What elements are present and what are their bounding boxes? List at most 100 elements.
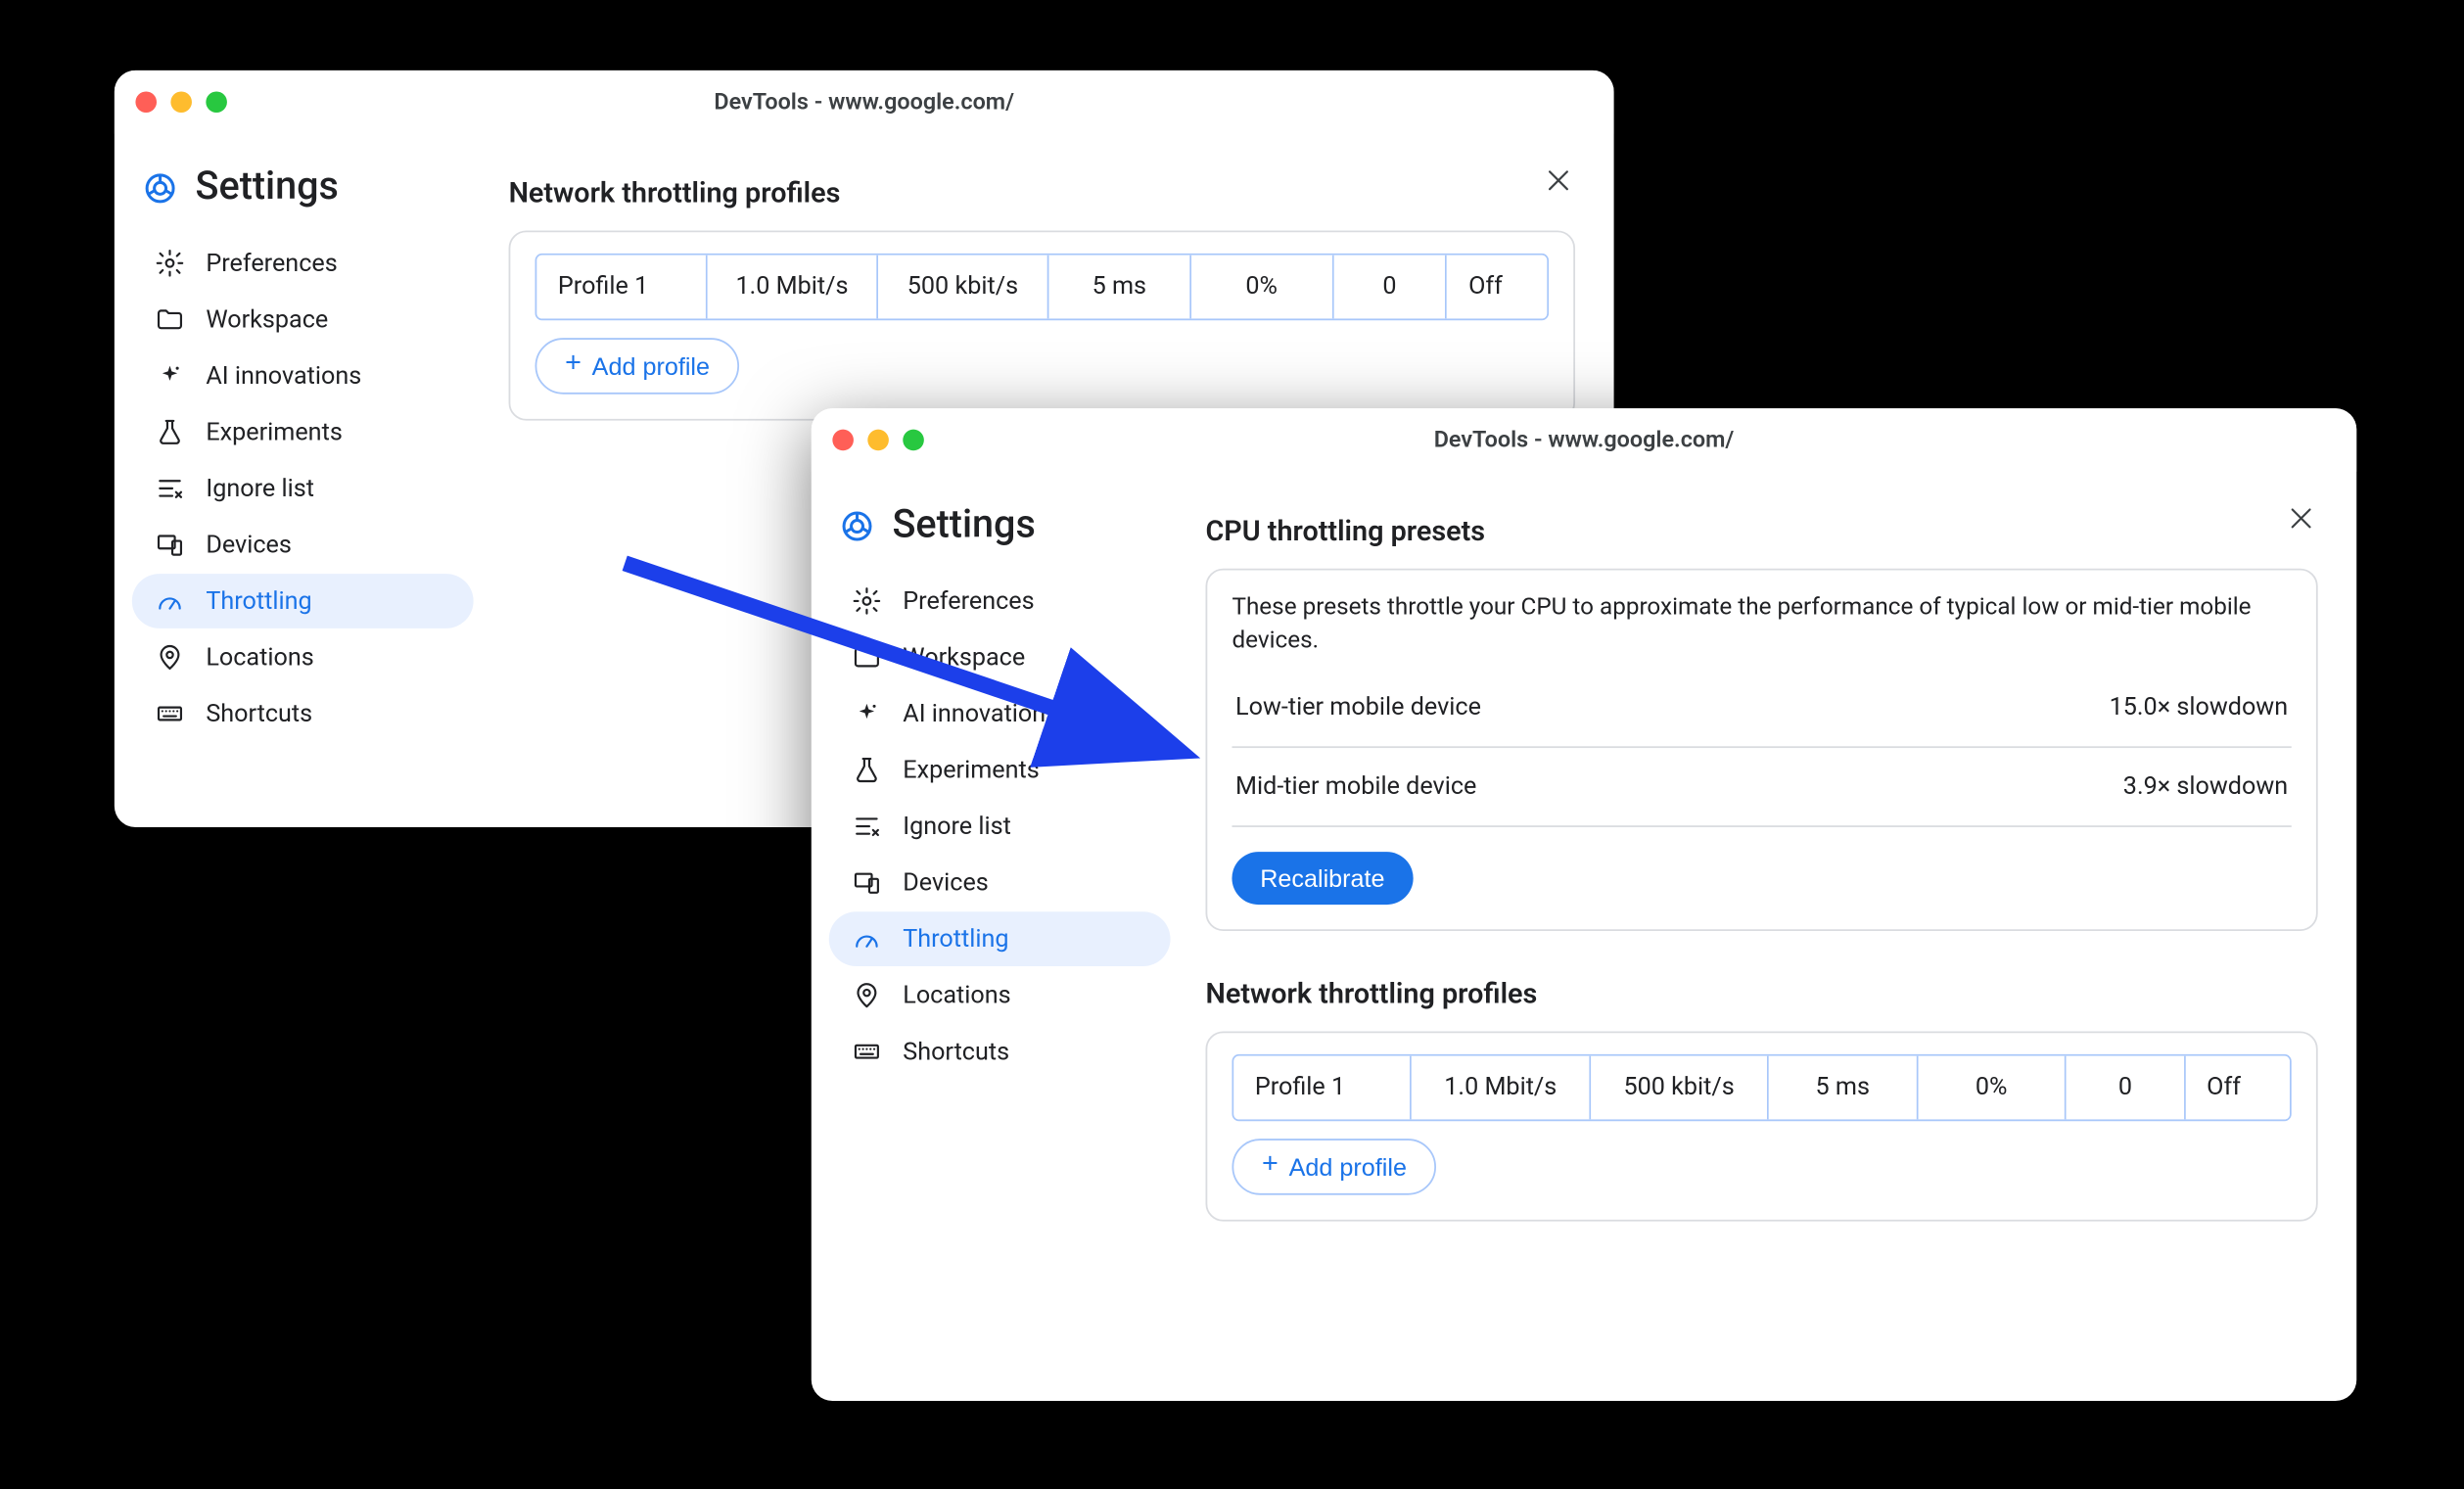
ignore-list-icon — [153, 474, 184, 504]
sidebar-item-label: Workspace — [903, 643, 1025, 672]
sidebar-item-ignore[interactable]: Ignore list — [132, 461, 474, 516]
sidebar-item-locations[interactable]: Locations — [132, 630, 474, 685]
devtools-window-after: DevTools - www.google.com/ Settings Pref… — [812, 408, 2356, 1401]
titlebar: DevTools - www.google.com/ — [812, 408, 2356, 472]
sidebar-item-locations[interactable]: Locations — [829, 968, 1171, 1023]
sidebar-item-shortcuts[interactable]: Shortcuts — [132, 686, 474, 741]
chrome-icon — [143, 169, 178, 205]
network-throttling-heading: Network throttling profiles — [509, 176, 1575, 209]
settings-content: CPU throttling presets These presets thr… — [1181, 472, 2356, 1401]
sidebar-item-label: Locations — [903, 981, 1010, 1009]
add-profile-button[interactable]: + Add profile — [535, 338, 740, 395]
window-title: DevTools - www.google.com/ — [812, 427, 2356, 453]
profile-name-cell[interactable]: Profile 1 — [536, 256, 707, 319]
sidebar-item-preferences[interactable]: Preferences — [829, 574, 1171, 628]
close-window-button[interactable] — [832, 430, 854, 451]
profile-state-cell[interactable]: Off — [2186, 1055, 2290, 1119]
close-window-button[interactable] — [135, 91, 157, 113]
profile-latency-cell[interactable]: 5 ms — [1049, 256, 1191, 319]
profile-download-cell[interactable]: 1.0 Mbit/s — [708, 256, 878, 319]
add-profile-label: Add profile — [1289, 1152, 1407, 1181]
titlebar: DevTools - www.google.com/ — [115, 70, 1614, 134]
network-profiles-card: Profile 1 1.0 Mbit/s 500 kbit/s 5 ms 0% … — [509, 231, 1575, 421]
sidebar-item-label: Preferences — [206, 249, 337, 277]
maximize-window-button[interactable] — [206, 91, 227, 113]
devices-icon — [850, 867, 881, 898]
profile-state-cell[interactable]: Off — [1448, 256, 1548, 319]
add-profile-label: Add profile — [592, 352, 710, 381]
sidebar-item-label: Throttling — [903, 925, 1008, 954]
sidebar-item-workspace[interactable]: Workspace — [829, 630, 1171, 685]
preset-value: 3.9× slowdown — [2123, 772, 2288, 801]
settings-header: Settings — [132, 159, 485, 234]
sidebar-item-label: AI innovations — [903, 700, 1058, 728]
sidebar-item-workspace[interactable]: Workspace — [132, 292, 474, 347]
sidebar-item-shortcuts[interactable]: Shortcuts — [829, 1024, 1171, 1079]
traffic-lights — [135, 91, 226, 113]
sidebar-item-devices[interactable]: Devices — [829, 856, 1171, 910]
profile-table: Profile 1 1.0 Mbit/s 500 kbit/s 5 ms 0% … — [535, 254, 1550, 320]
sidebar-item-devices[interactable]: Devices — [132, 518, 474, 573]
plus-icon: + — [1262, 1150, 1278, 1179]
sidebar-item-ai[interactable]: AI innovations — [829, 686, 1171, 741]
preset-name: Mid-tier mobile device — [1235, 772, 1476, 801]
network-profiles-card: Profile 1 1.0 Mbit/s 500 kbit/s 5 ms 0% … — [1205, 1031, 2317, 1221]
keyboard-icon — [153, 699, 184, 729]
sidebar-item-label: Experiments — [206, 418, 342, 446]
settings-header: Settings — [829, 496, 1182, 572]
sidebar-item-label: Preferences — [903, 587, 1034, 616]
minimize-window-button[interactable] — [170, 91, 192, 113]
maximize-window-button[interactable] — [903, 430, 924, 451]
sidebar-item-label: Ignore list — [206, 475, 314, 503]
devices-icon — [153, 530, 184, 560]
sidebar-item-ai[interactable]: AI innovations — [132, 349, 474, 403]
sidebar-item-label: Workspace — [206, 305, 328, 334]
profile-upload-cell[interactable]: 500 kbit/s — [878, 256, 1048, 319]
profile-queue-cell[interactable]: 0 — [2067, 1055, 2186, 1119]
sidebar-item-experiments[interactable]: Experiments — [829, 743, 1171, 798]
cpu-preset-row: Low-tier mobile device 15.0× slowdown — [1232, 669, 2291, 748]
sidebar-item-label: Devices — [206, 531, 292, 559]
profile-table: Profile 1 1.0 Mbit/s 500 kbit/s 5 ms 0% … — [1232, 1053, 2291, 1120]
sidebar-item-throttling[interactable]: Throttling — [132, 574, 474, 628]
network-throttling-heading: Network throttling profiles — [1205, 976, 2317, 1009]
minimize-window-button[interactable] — [867, 430, 889, 451]
preset-name: Low-tier mobile device — [1235, 693, 1481, 721]
sidebar-item-label: Experiments — [903, 756, 1039, 784]
recalibrate-button[interactable]: Recalibrate — [1232, 852, 1413, 905]
sidebar-item-label: Shortcuts — [206, 700, 312, 728]
sidebar-item-label: Shortcuts — [903, 1038, 1009, 1066]
cpu-throttling-heading: CPU throttling presets — [1205, 514, 2317, 547]
sidebar-item-preferences[interactable]: Preferences — [132, 236, 474, 291]
add-profile-button[interactable]: + Add profile — [1232, 1139, 1436, 1195]
sidebar-item-throttling[interactable]: Throttling — [829, 911, 1171, 966]
ignore-list-icon — [850, 812, 881, 842]
sidebar-item-experiments[interactable]: Experiments — [132, 404, 474, 459]
profile-queue-cell[interactable]: 0 — [1333, 256, 1447, 319]
profile-latency-cell[interactable]: 5 ms — [1769, 1055, 1918, 1119]
profile-upload-cell[interactable]: 500 kbit/s — [1591, 1055, 1769, 1119]
pin-icon — [153, 642, 184, 673]
flask-icon — [850, 755, 881, 785]
cpu-preset-row: Mid-tier mobile device 3.9× slowdown — [1232, 748, 2291, 827]
gauge-icon — [153, 586, 184, 617]
profile-name-cell[interactable]: Profile 1 — [1233, 1055, 1412, 1119]
folder-icon — [850, 642, 881, 673]
settings-title: Settings — [892, 503, 1035, 547]
sparkle-icon — [153, 361, 184, 392]
gear-icon — [153, 248, 184, 278]
sidebar-item-ignore[interactable]: Ignore list — [829, 799, 1171, 854]
sidebar-item-label: Throttling — [206, 587, 311, 616]
settings-sidebar: Settings Preferences Workspace AI innova… — [115, 134, 485, 827]
profile-loss-cell[interactable]: 0% — [1191, 256, 1333, 319]
cpu-presets-description: These presets throttle your CPU to appro… — [1232, 591, 2291, 658]
chrome-icon — [840, 508, 875, 543]
profile-loss-cell[interactable]: 0% — [1918, 1055, 2067, 1119]
pin-icon — [850, 980, 881, 1010]
recalibrate-label: Recalibrate — [1260, 863, 1384, 892]
keyboard-icon — [850, 1037, 881, 1067]
profile-download-cell[interactable]: 1.0 Mbit/s — [1413, 1055, 1591, 1119]
folder-icon — [153, 304, 184, 335]
traffic-lights — [832, 430, 923, 451]
preset-value: 15.0× slowdown — [2110, 693, 2289, 721]
